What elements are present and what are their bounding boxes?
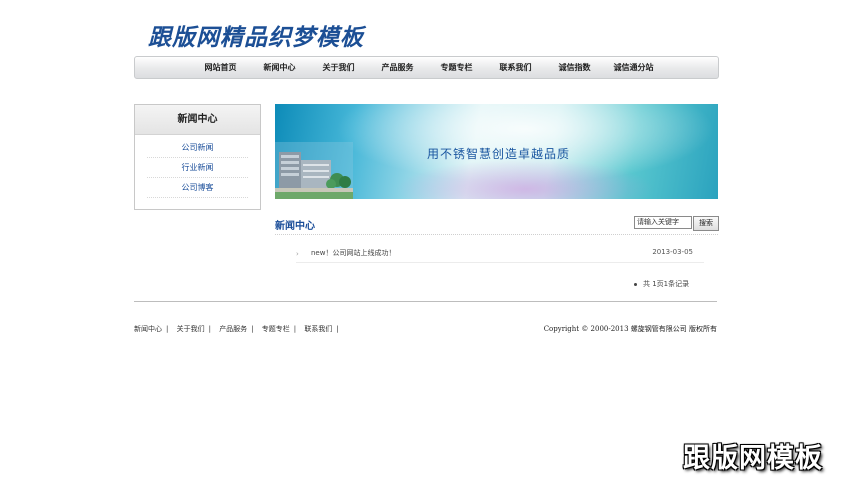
sidebar-item-company-blog[interactable]: 公司博客 bbox=[147, 178, 248, 198]
nav-item-news[interactable]: 新闻中心 bbox=[250, 57, 309, 78]
section-title: 新闻中心 bbox=[275, 221, 315, 232]
footer-separator: | bbox=[166, 325, 169, 333]
sidebar-title: 新闻中心 bbox=[135, 105, 260, 135]
news-list-item: › new！公司网站上线成功！ 2013-03-05 bbox=[296, 247, 704, 263]
watermark: 跟版网模板 bbox=[683, 443, 823, 474]
building-image bbox=[275, 142, 353, 199]
news-item-title[interactable]: new！公司网站上线成功！ bbox=[311, 248, 395, 258]
pager: 共 1页1条记录 bbox=[634, 279, 689, 289]
nav-item-home[interactable]: 网站首页 bbox=[191, 57, 250, 78]
footer-rule bbox=[134, 301, 717, 302]
site-logo[interactable]: 跟版网精品织梦模板 bbox=[148, 18, 364, 52]
divider bbox=[275, 234, 718, 235]
footer-link-topics[interactable]: 专题专栏 bbox=[262, 325, 290, 333]
footer-link-about[interactable]: 关于我们 bbox=[177, 325, 205, 333]
nav-item-about[interactable]: 关于我们 bbox=[309, 57, 368, 78]
footer-separator: | bbox=[208, 325, 211, 333]
search-input[interactable] bbox=[634, 216, 692, 229]
nav-item-integrity-branch[interactable]: 诚信通分站 bbox=[604, 57, 663, 78]
footer-link-products[interactable]: 产品服务 bbox=[219, 325, 247, 333]
nav-item-topics[interactable]: 专题专栏 bbox=[427, 57, 486, 78]
main-nav: 网站首页 新闻中心 关于我们 产品服务 专题专栏 联系我们 诚信指数 诚信通分站 bbox=[134, 56, 719, 79]
footer-separator: | bbox=[336, 325, 339, 333]
footer-separator: | bbox=[251, 325, 254, 333]
search-button[interactable]: 搜索 bbox=[693, 216, 719, 231]
footer-link-news[interactable]: 新闻中心 bbox=[134, 325, 162, 333]
news-item-date: 2013-03-05 bbox=[652, 248, 693, 256]
nav-item-contact[interactable]: 联系我们 bbox=[486, 57, 545, 78]
bullet-icon bbox=[634, 282, 637, 286]
sidebar: 新闻中心 公司新闻 行业新闻 公司博客 bbox=[134, 104, 261, 210]
chevron-right-icon: › bbox=[296, 250, 299, 258]
footer-links: 新闻中心 | 关于我们 | 产品服务 | 专题专栏 | 联系我们 | bbox=[134, 324, 345, 334]
footer-link-contact[interactable]: 联系我们 bbox=[304, 325, 332, 333]
sidebar-item-industry-news[interactable]: 行业新闻 bbox=[147, 158, 248, 178]
banner-slogan: 用不锈智慧创造卓越品质 bbox=[427, 147, 571, 161]
footer-separator: | bbox=[293, 325, 297, 333]
sidebar-item-company-news[interactable]: 公司新闻 bbox=[147, 138, 248, 158]
pager-text: 共 1页1条记录 bbox=[643, 280, 690, 288]
nav-item-integrity-index[interactable]: 诚信指数 bbox=[545, 57, 604, 78]
nav-item-products[interactable]: 产品服务 bbox=[368, 57, 427, 78]
banner: 用不锈智慧创造卓越品质 bbox=[275, 104, 718, 199]
copyright: Copyright © 2000-2013 螺旋钢管有限公司 版权所有 bbox=[543, 325, 717, 333]
